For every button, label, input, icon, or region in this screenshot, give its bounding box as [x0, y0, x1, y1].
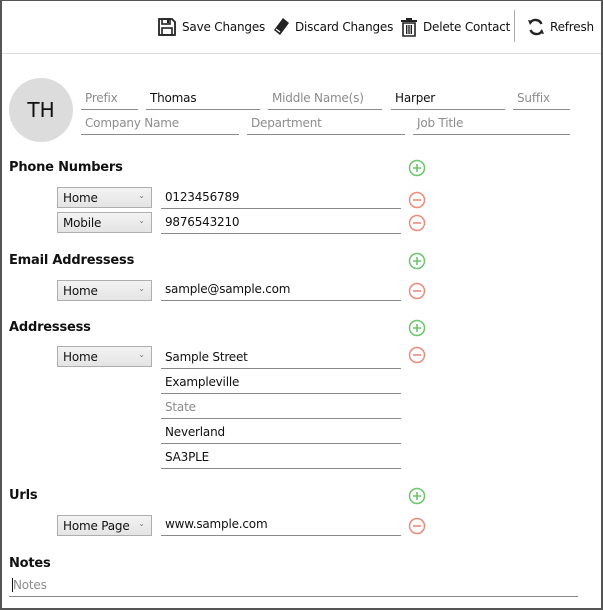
chevron-down-icon: ⌄: [138, 519, 145, 528]
chevron-down-icon: ⌄: [138, 191, 145, 200]
url-type-value: Home Page: [63, 519, 130, 533]
discard-changes-button[interactable]: Discard Changes: [272, 14, 393, 40]
middle-name-field[interactable]: Middle Name(s): [268, 88, 382, 110]
remove-address-button[interactable]: [408, 346, 426, 364]
last-name-value: Harper: [395, 91, 436, 105]
job-title-placeholder: Job Title: [417, 116, 464, 130]
chevron-down-icon: ⌄: [138, 350, 145, 359]
phone-type-select[interactable]: Home ⌄: [57, 187, 152, 208]
last-name-field[interactable]: Harper: [391, 88, 505, 110]
minus-circle-icon: [408, 346, 426, 364]
suffix-placeholder: Suffix: [517, 91, 550, 105]
plus-circle-icon: [408, 487, 426, 505]
street-field[interactable]: Sample Street: [161, 347, 401, 369]
toolbar-divider: [2, 53, 601, 54]
discard-changes-label: Discard Changes: [295, 20, 394, 34]
delete-contact-label: Delete Contact: [423, 20, 511, 34]
department-placeholder: Department: [251, 116, 322, 130]
phone-type-value: Mobile: [63, 216, 102, 230]
state-placeholder: State: [165, 400, 196, 414]
add-email-button[interactable]: [408, 252, 426, 270]
url-field[interactable]: www.sample.com: [161, 514, 401, 536]
middle-name-placeholder: Middle Name(s): [272, 91, 364, 105]
company-name-field[interactable]: Company Name: [81, 113, 239, 135]
suffix-field[interactable]: Suffix: [513, 88, 570, 110]
phone-numbers-heading: Phone Numbers: [9, 160, 123, 175]
avatar-initials: TH: [27, 98, 55, 122]
phone-type-select[interactable]: Mobile ⌄: [57, 212, 152, 233]
phone-number-field[interactable]: 9876543210: [161, 212, 401, 234]
notes-heading: Notes: [9, 556, 51, 571]
save-changes-button[interactable]: Save Changes: [157, 14, 265, 40]
plus-circle-icon: [408, 319, 426, 337]
first-name-field[interactable]: Thomas: [146, 88, 260, 110]
plus-circle-icon: [408, 252, 426, 270]
postcode-value: SA3PLE: [165, 450, 209, 464]
phone-number-field[interactable]: 0123456789: [161, 187, 401, 209]
minus-circle-icon: [408, 282, 426, 300]
city-value: Exampleville: [165, 375, 240, 389]
email-type-select[interactable]: Home ⌄: [57, 280, 152, 301]
phone-number-value: 9876543210: [165, 215, 240, 229]
add-address-button[interactable]: [408, 319, 426, 337]
url-value: www.sample.com: [165, 517, 268, 531]
remove-phone-button[interactable]: [408, 214, 426, 232]
plus-circle-icon: [408, 159, 426, 177]
state-field[interactable]: State: [161, 397, 401, 419]
company-name-placeholder: Company Name: [85, 116, 179, 130]
urls-heading: Urls: [9, 488, 38, 503]
refresh-button[interactable]: Refresh: [527, 14, 594, 40]
chevron-down-icon: ⌄: [138, 284, 145, 293]
prefix-placeholder: Prefix: [85, 91, 118, 105]
city-field[interactable]: Exampleville: [161, 372, 401, 394]
addresses-heading: Addressess: [9, 320, 91, 335]
email-addresses-heading: Email Addressess: [9, 253, 135, 268]
address-type-select[interactable]: Home ⌄: [57, 346, 152, 367]
minus-circle-icon: [408, 214, 426, 232]
department-field[interactable]: Department: [247, 113, 405, 135]
add-url-button[interactable]: [408, 487, 426, 505]
job-title-field[interactable]: Job Title: [413, 113, 570, 135]
address-type-value: Home: [63, 350, 98, 364]
refresh-icon: [527, 18, 545, 36]
eraser-icon: [272, 17, 290, 37]
postcode-field[interactable]: SA3PLE: [161, 447, 401, 469]
minus-circle-icon: [408, 191, 426, 209]
notes-field[interactable]: Notes: [9, 575, 578, 597]
refresh-label: Refresh: [550, 20, 594, 34]
text-caret: [12, 578, 13, 592]
save-changes-label: Save Changes: [182, 20, 266, 34]
remove-phone-button[interactable]: [408, 191, 426, 209]
remove-url-button[interactable]: [408, 517, 426, 535]
delete-contact-button[interactable]: Delete Contact: [400, 14, 510, 40]
country-field[interactable]: Neverland: [161, 422, 401, 444]
toolbar-separator: [514, 10, 515, 42]
minus-circle-icon: [408, 517, 426, 535]
avatar: TH: [9, 78, 73, 142]
prefix-field[interactable]: Prefix: [81, 88, 138, 110]
email-value: sample@sample.com: [165, 282, 291, 296]
remove-email-button[interactable]: [408, 282, 426, 300]
url-type-select[interactable]: Home Page ⌄: [57, 515, 152, 536]
floppy-disk-icon: [157, 17, 177, 37]
add-phone-button[interactable]: [408, 159, 426, 177]
phone-type-value: Home: [63, 191, 98, 205]
email-type-value: Home: [63, 284, 98, 298]
email-field[interactable]: sample@sample.com: [161, 279, 401, 301]
first-name-value: Thomas: [150, 91, 197, 105]
country-value: Neverland: [165, 425, 225, 439]
trash-icon: [400, 17, 418, 37]
street-value: Sample Street: [165, 350, 248, 364]
toolbar: Save Changes Discard Changes Delete Cont…: [0, 0, 603, 53]
notes-placeholder: Notes: [13, 578, 47, 592]
chevron-down-icon: ⌄: [138, 216, 145, 225]
phone-number-value: 0123456789: [165, 190, 240, 204]
